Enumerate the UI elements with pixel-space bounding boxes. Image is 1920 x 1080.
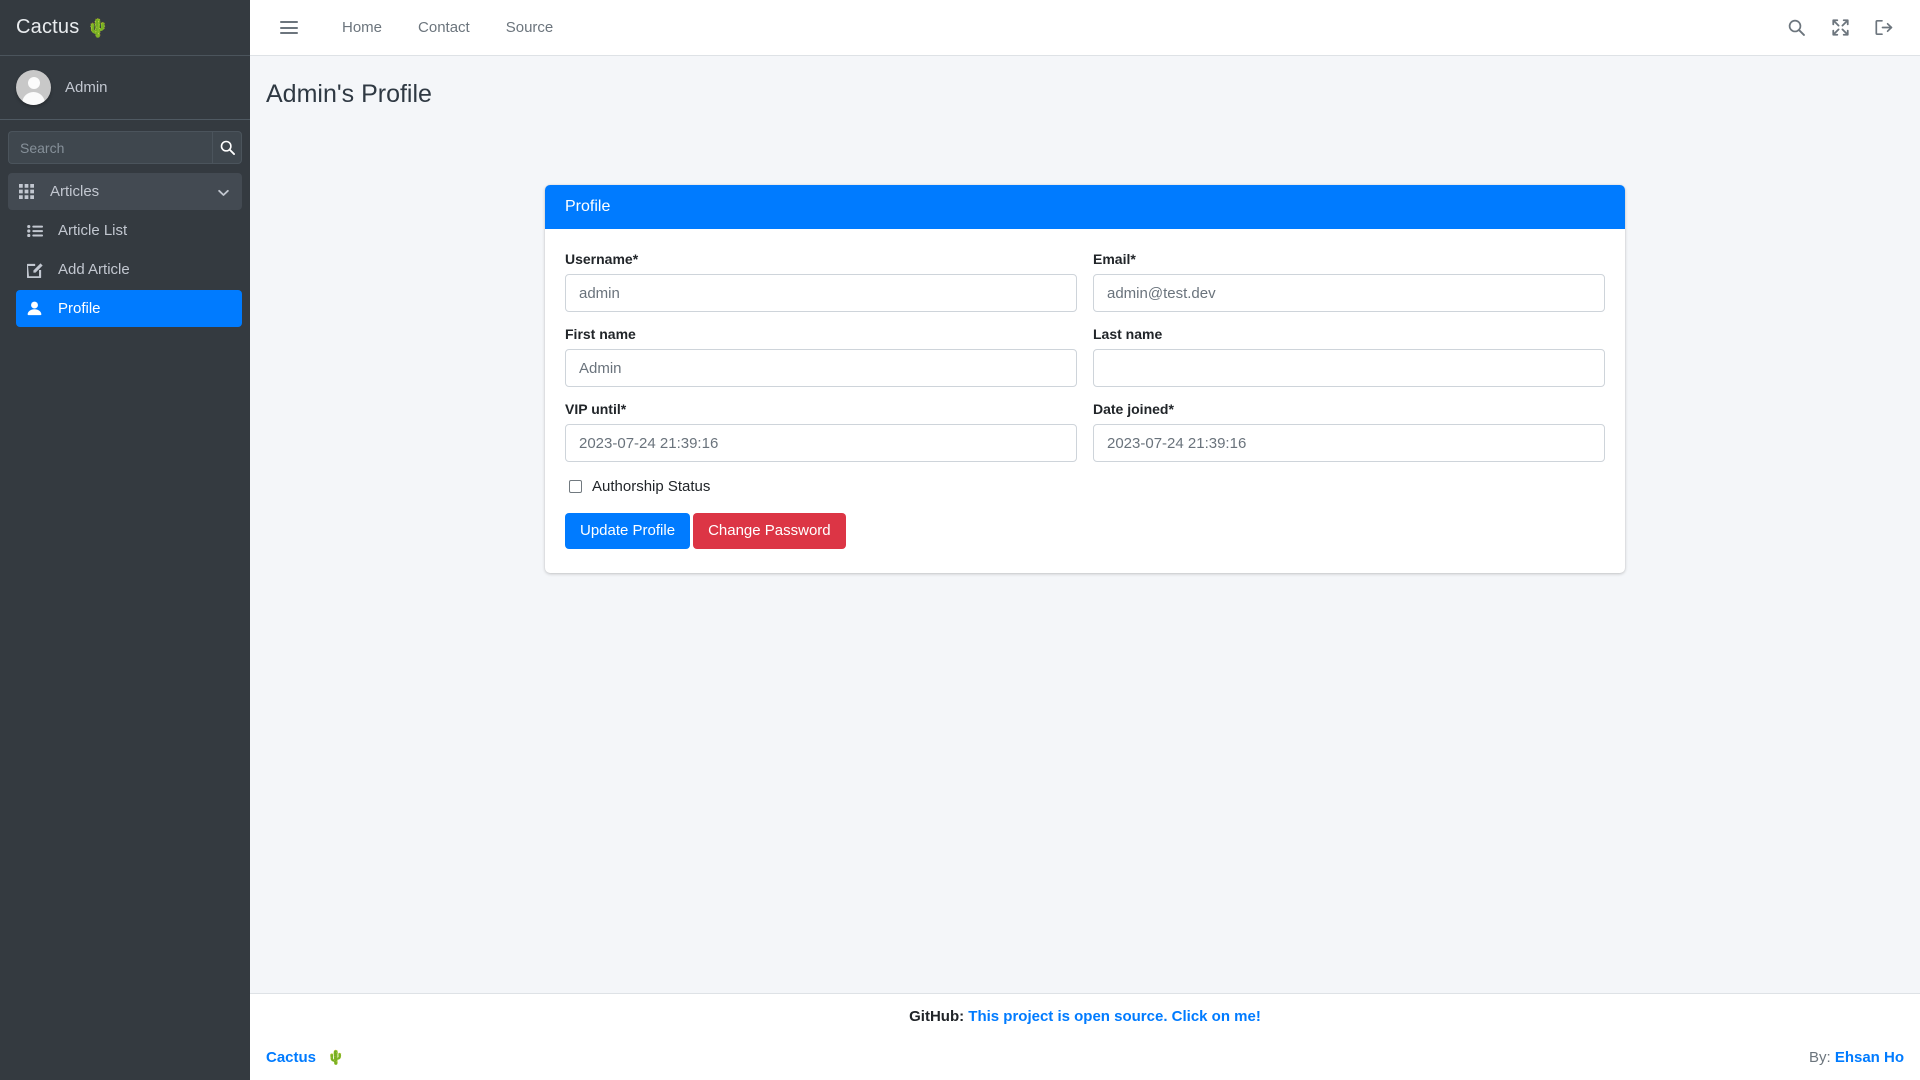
navbar-search-button[interactable]: [1774, 8, 1818, 48]
field-label: VIP until*: [565, 401, 627, 417]
navbar-link-contact[interactable]: Contact: [400, 11, 488, 44]
vip-until-input[interactable]: [565, 424, 1077, 462]
list-icon: [27, 224, 49, 238]
fullscreen-button[interactable]: [1818, 8, 1862, 48]
first-name-input[interactable]: [565, 349, 1077, 387]
footer-brand-link[interactable]: Cactus 🌵: [266, 1049, 345, 1066]
field-label: Email*: [1093, 251, 1136, 267]
app-root: Cactus 🌵 Admin Search Articles Article L…: [0, 0, 1920, 1080]
profile-form: Username* Email* First name: [545, 229, 1625, 573]
footer-bar: Cactus 🌵 By: Ehsan Ho: [250, 1038, 1920, 1080]
form-actions: Update Profile Change Password: [565, 513, 1605, 549]
username-input[interactable]: [565, 274, 1077, 312]
sidebar: Cactus 🌵 Admin Search Articles Article L…: [0, 0, 250, 1080]
field-last-name: Last name: [1093, 326, 1605, 387]
field-email: Email*: [1093, 251, 1605, 312]
profile-card-header: Profile: [545, 185, 1625, 229]
field-label: Last name: [1093, 326, 1163, 342]
cactus-icon: 🌵: [327, 1049, 345, 1065]
hamburger-icon: [280, 18, 298, 38]
sidebar-item-label: Article List: [58, 222, 128, 239]
footer-github: GitHub: This project is open source. Cli…: [250, 993, 1920, 1038]
sidebar-subnav: Article List Add Article Profile: [8, 212, 242, 327]
search-icon: [1788, 19, 1805, 36]
footer-brand-name: Cactus: [266, 1049, 317, 1066]
field-first-name: First name: [565, 326, 1077, 387]
search-icon: [220, 140, 235, 155]
form-row: First name Last name: [565, 326, 1605, 387]
footer-author-block: By: Ehsan Ho: [1809, 1049, 1904, 1066]
search-submit-button[interactable]: [212, 131, 242, 164]
field-date-joined: Date joined*: [1093, 401, 1605, 462]
content-area: Admin's Profile Profile Username* Email*: [250, 56, 1920, 993]
fullscreen-expand-icon: [1831, 19, 1849, 36]
chevron-down-icon[interactable]: [218, 183, 229, 200]
field-username: Username*: [565, 251, 1077, 312]
logout-button[interactable]: [1862, 8, 1906, 48]
sidebar-item-label: Articles: [50, 183, 100, 200]
main-wrapper: Home Contact Source Admin's Profile Prof…: [250, 0, 1920, 1080]
cactus-icon: 🌵: [86, 17, 109, 38]
brand-name: Cactus: [16, 16, 80, 38]
field-vip-until: VIP until*: [565, 401, 1077, 462]
profile-card: Profile Username* Email*: [545, 185, 1625, 573]
grid-icon: [19, 184, 41, 199]
sidebar-item-label: Profile: [58, 300, 101, 317]
footer-by-prefix: By:: [1808, 1049, 1831, 1066]
logout-icon: [1875, 19, 1893, 36]
navbar-right: [1774, 8, 1906, 48]
sidebar-item-article-list[interactable]: Article List: [16, 212, 242, 249]
sidebar-brand[interactable]: Cactus 🌵: [0, 0, 250, 56]
footer-github-prefix: GitHub:: [909, 1008, 965, 1025]
sidebar-item-label: Add Article: [58, 261, 130, 278]
edit-square-icon: [27, 262, 49, 278]
sidebar-toggle-button[interactable]: [272, 11, 306, 45]
sidebar-search: [0, 120, 250, 164]
footer-github-link[interactable]: This project is open source. Click on me…: [968, 1008, 1261, 1025]
navbar-link-home[interactable]: Home: [324, 11, 400, 44]
field-label: Date joined*: [1093, 401, 1174, 417]
last-name-input[interactable]: [1093, 349, 1605, 387]
sidebar-item-articles[interactable]: Articles: [8, 173, 242, 210]
page-title: Admin's Profile: [266, 80, 432, 108]
update-profile-button[interactable]: Update Profile: [565, 513, 691, 549]
navbar-left: Home Contact Source: [272, 11, 571, 45]
user-icon: [27, 301, 49, 316]
date-joined-input[interactable]: [1093, 424, 1605, 462]
top-navbar: Home Contact Source: [250, 0, 1920, 56]
authorship-status-checkbox[interactable]: [569, 480, 582, 493]
form-row: VIP until* Date joined*: [565, 401, 1605, 462]
email-input[interactable]: [1093, 274, 1605, 312]
authorship-status-row: Authorship Status: [569, 478, 1605, 495]
footer-author-link[interactable]: Ehsan Ho: [1835, 1049, 1904, 1066]
search-input[interactable]: [8, 131, 212, 164]
sidebar-user-name: Admin: [65, 79, 108, 96]
avatar: [16, 70, 51, 105]
navbar-link-source[interactable]: Source: [488, 11, 572, 44]
sidebar-item-add-article[interactable]: Add Article: [16, 251, 242, 288]
sidebar-user-panel[interactable]: Admin: [0, 56, 250, 120]
authorship-status-label: Authorship Status: [592, 478, 711, 495]
sidebar-nav: Articles Article List Add Article Profil…: [0, 173, 250, 327]
change-password-button[interactable]: Change Password: [693, 513, 846, 549]
field-label: Username*: [565, 251, 639, 267]
form-row: Username* Email*: [565, 251, 1605, 312]
sidebar-item-profile[interactable]: Profile: [16, 290, 242, 327]
field-label: First name: [565, 326, 636, 342]
